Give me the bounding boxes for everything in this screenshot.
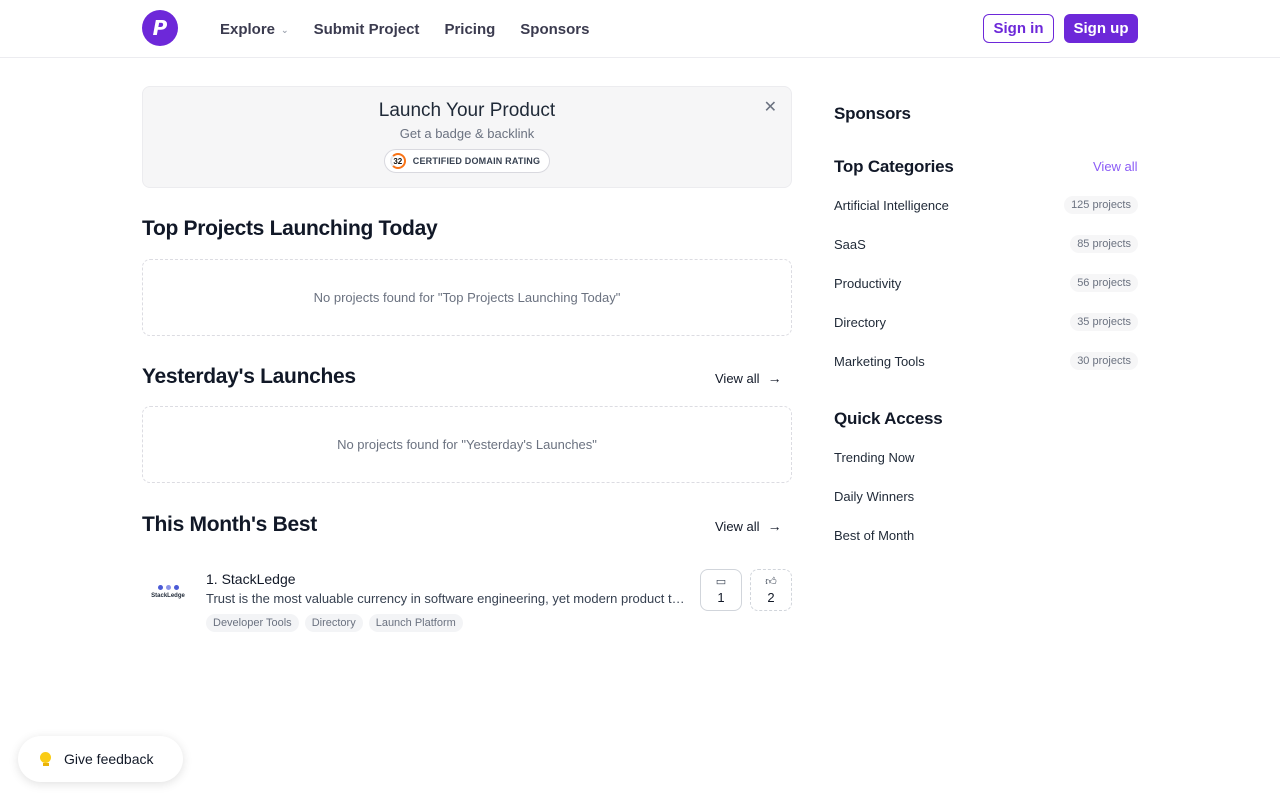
empty-state-yesterday: No projects found for "Yesterday's Launc… — [142, 406, 792, 483]
quick-access-trending[interactable]: Trending Now — [834, 450, 914, 465]
category-count: 35 projects — [1070, 313, 1138, 331]
tag-directory[interactable]: Directory — [304, 614, 363, 632]
yesterday-view-all-link[interactable]: View all → — [715, 370, 782, 386]
month-view-all-link[interactable]: View all → — [715, 518, 782, 534]
category-count: 125 projects — [1064, 196, 1138, 214]
nav-sponsors[interactable]: Sponsors — [520, 21, 589, 38]
category-row-directory[interactable]: Directory 35 projects — [834, 310, 1138, 334]
project-logo-text: StackLedge — [151, 593, 185, 599]
domain-rating-badge[interactable]: 32 CERTIFIED DOMAIN RATING — [383, 149, 551, 173]
category-name: Directory — [834, 314, 887, 330]
category-name: SaaS — [834, 236, 866, 252]
main-nav: Explore ⌄ Submit Project Pricing Sponsor… — [220, 0, 589, 58]
arrow-right-icon: → — [767, 370, 782, 386]
quick-access-best-of-month[interactable]: Best of Month — [834, 528, 914, 543]
project-description: Trust is the most valuable currency in s… — [206, 591, 688, 606]
feedback-label: Give feedback — [64, 751, 154, 767]
nav-explore[interactable]: Explore ⌄ — [220, 21, 289, 38]
project-tags: Developer Tools Directory Launch Platfor… — [206, 614, 463, 632]
view-all-label: View all — [715, 370, 760, 386]
view-all-label: View all — [715, 518, 760, 534]
categories-view-all-link[interactable]: View all — [1093, 159, 1138, 174]
project-logo[interactable]: StackLedge — [142, 569, 194, 615]
badge-number: 32 — [389, 153, 406, 169]
launch-banner[interactable]: Launch Your Product Get a badge & backli… — [142, 86, 792, 188]
banner-title: Launch Your Product — [378, 100, 556, 121]
category-name: Marketing Tools — [834, 353, 925, 369]
logo-letter: P — [152, 16, 168, 40]
nav-submit-label: Submit Project — [313, 20, 420, 38]
sign-up-button[interactable]: Sign up — [1064, 14, 1138, 43]
nav-explore-label: Explore — [220, 20, 276, 38]
category-name: Artificial Intelligence — [834, 197, 949, 213]
top-header: P Explore ⌄ Submit Project Pricing Spons… — [0, 0, 1280, 58]
tag-developer-tools[interactable]: Developer Tools — [206, 614, 299, 632]
comment-icon: ▭ — [715, 575, 727, 588]
section-title-yesterday: Yesterday's Launches — [142, 365, 356, 388]
badge-text: CERTIFIED DOMAIN RATING — [412, 156, 541, 166]
lightbulb-icon — [40, 751, 52, 767]
category-row-saas[interactable]: SaaS 85 projects — [834, 232, 1138, 256]
votes-count: 2 — [767, 589, 775, 605]
project-name[interactable]: 1. StackLedge — [206, 571, 296, 587]
sign-in-button[interactable]: Sign in — [983, 14, 1054, 43]
category-count: 85 projects — [1070, 235, 1138, 253]
logo[interactable]: P — [142, 10, 178, 46]
thumbs-up-icon: 👍︎ — [765, 575, 777, 588]
section-title-today: Top Projects Launching Today — [142, 217, 438, 240]
close-icon[interactable]: ✕ — [764, 97, 777, 117]
nav-pricing[interactable]: Pricing — [444, 21, 495, 38]
banner-subtitle: Get a badge & backlink — [399, 126, 535, 141]
comments-count: 1 — [717, 589, 725, 605]
nav-pricing-label: Pricing — [444, 20, 496, 38]
tag-launch-platform[interactable]: Launch Platform — [368, 614, 463, 632]
arrow-right-icon: → — [767, 518, 782, 534]
nav-sponsors-label: Sponsors — [520, 20, 590, 38]
give-feedback-button[interactable]: Give feedback — [18, 736, 183, 782]
sponsors-title: Sponsors — [834, 104, 911, 123]
category-row-ai[interactable]: Artificial Intelligence 125 projects — [834, 193, 1138, 217]
category-row-productivity[interactable]: Productivity 56 projects — [834, 271, 1138, 295]
category-name: Productivity — [834, 275, 902, 291]
category-row-marketing-tools[interactable]: Marketing Tools 30 projects — [834, 349, 1138, 373]
category-count: 30 projects — [1070, 352, 1138, 370]
category-count: 56 projects — [1070, 274, 1138, 292]
project-logo-mark — [157, 585, 179, 590]
quick-access-title: Quick Access — [834, 409, 943, 428]
upvote-button[interactable]: 👍︎ 2 — [750, 569, 792, 611]
empty-state-today: No projects found for "Top Projects Laun… — [142, 259, 792, 336]
section-title-month: This Month's Best — [142, 513, 317, 536]
chevron-down-icon: ⌄ — [281, 24, 289, 35]
quick-access-daily-winners[interactable]: Daily Winners — [834, 489, 914, 504]
comments-button[interactable]: ▭ 1 — [700, 569, 742, 611]
nav-submit-project[interactable]: Submit Project — [314, 21, 420, 38]
top-categories-title: Top Categories — [834, 157, 954, 176]
